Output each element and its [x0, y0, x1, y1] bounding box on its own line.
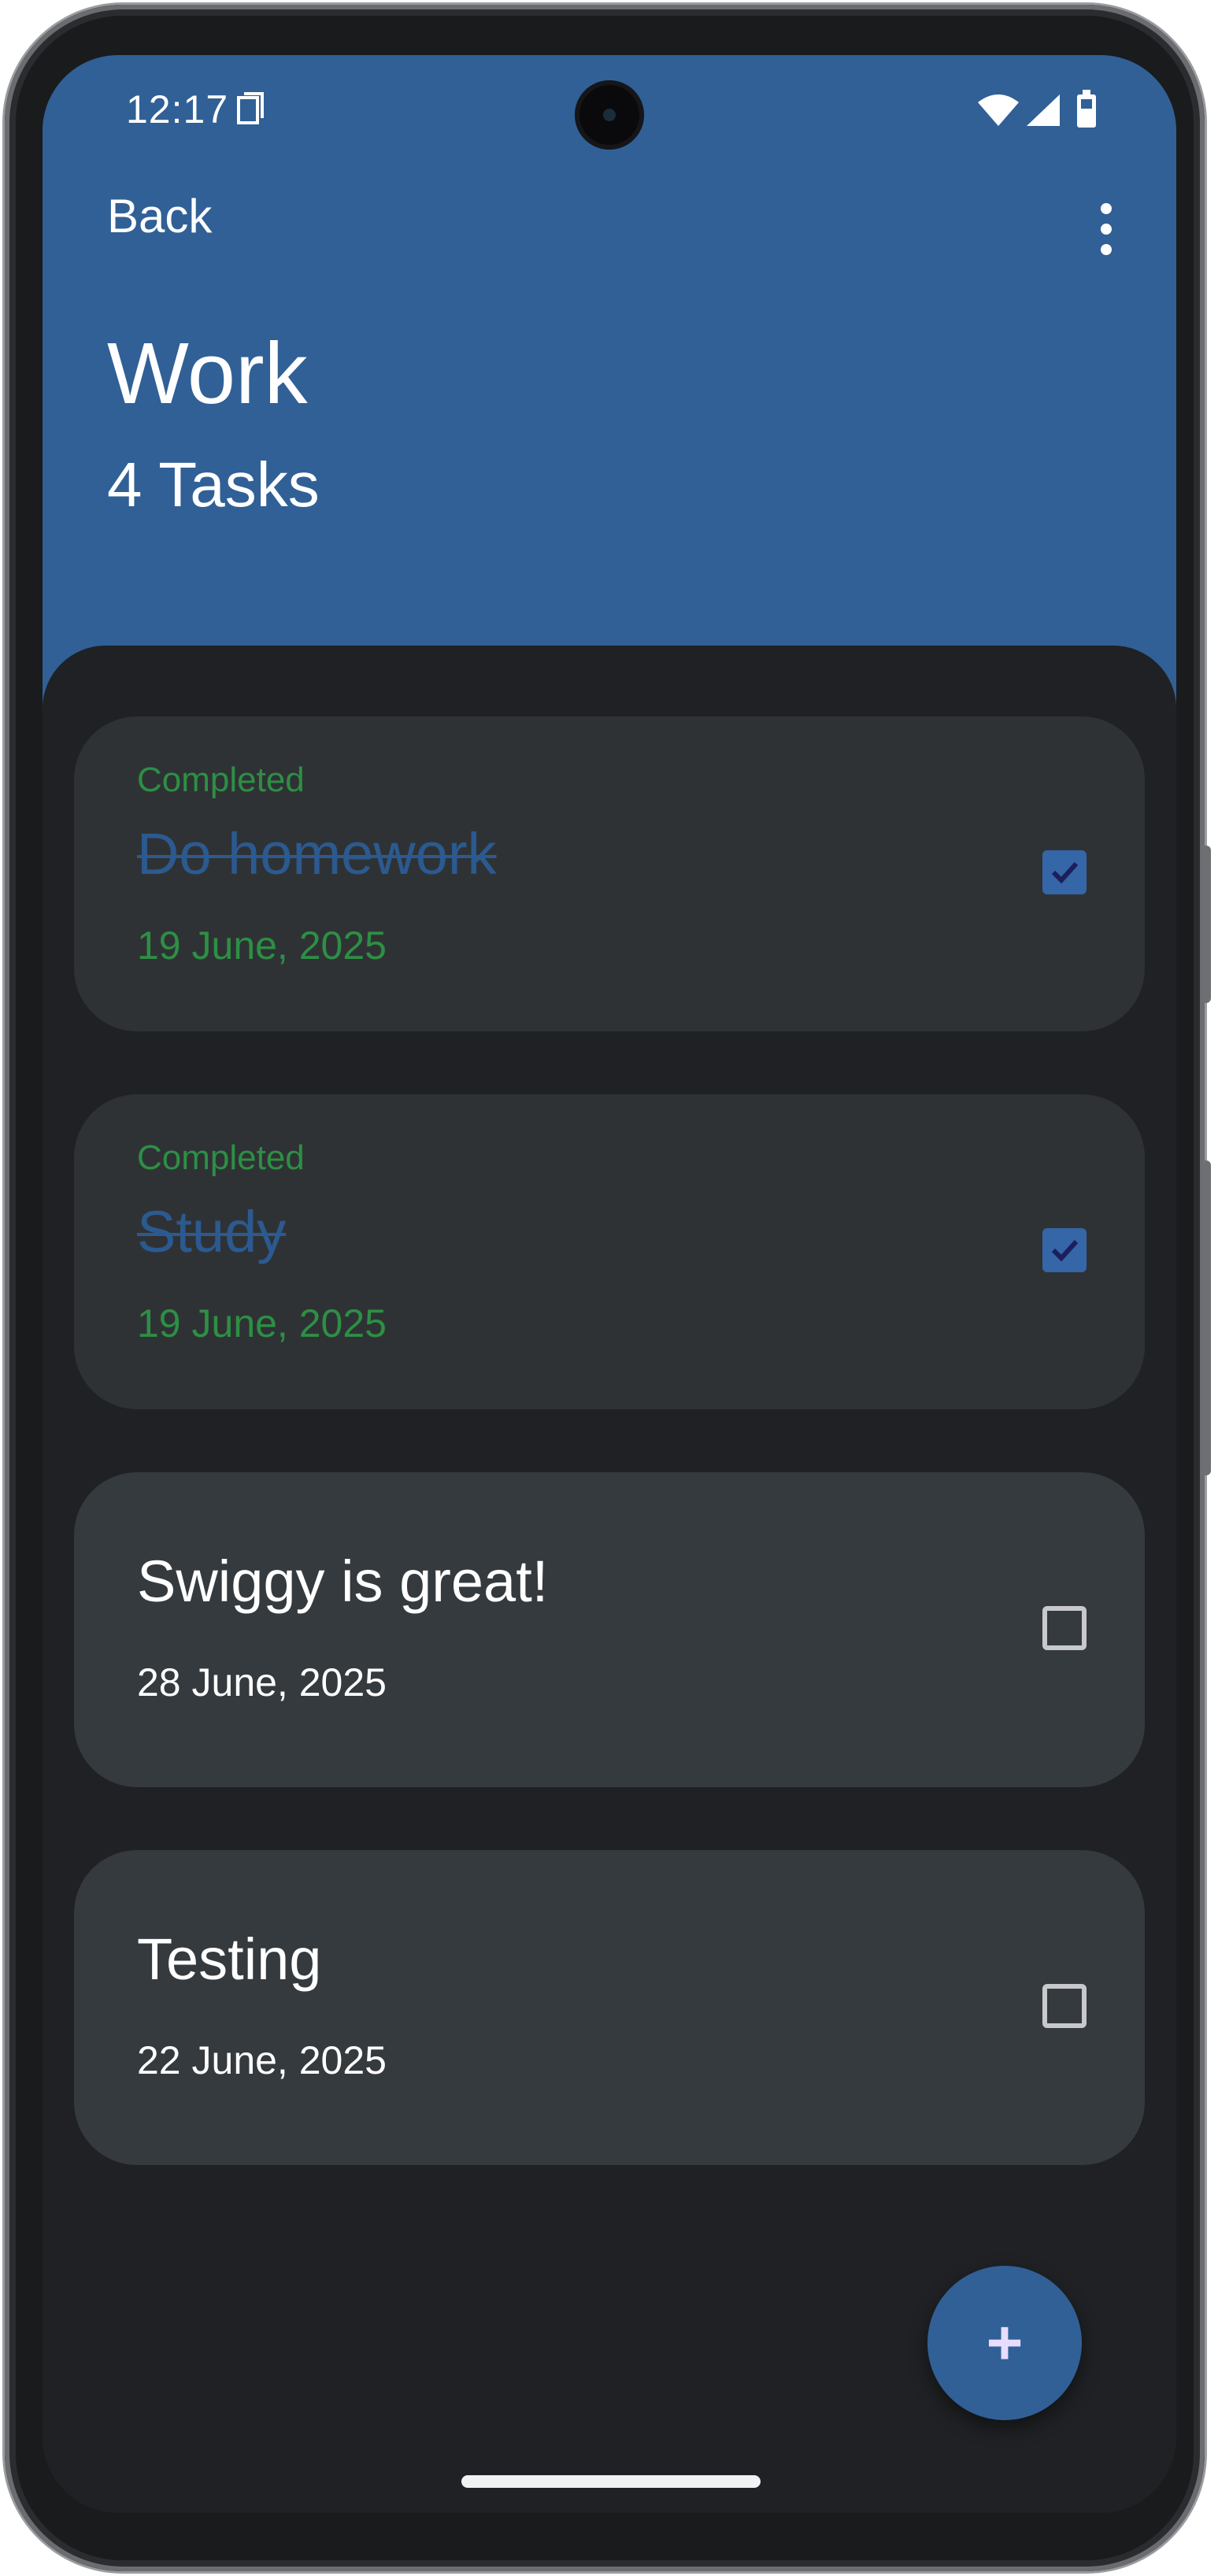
add-icon: +	[986, 2308, 1024, 2378]
dot	[1101, 224, 1112, 235]
task-card[interactable]: Testing 22 June, 2025	[74, 1850, 1145, 2165]
check-icon	[1051, 1239, 1079, 1262]
task-checkbox[interactable]	[1042, 1606, 1087, 1650]
front-camera	[575, 80, 644, 150]
task-date: 19 June, 2025	[137, 1301, 387, 1345]
task-status: Completed	[137, 761, 305, 799]
task-count: 4 Tasks	[107, 450, 320, 520]
status-bar: 12:17	[43, 55, 1176, 173]
volume-button	[1201, 1160, 1211, 1475]
task-card[interactable]: Completed Study 19 June, 2025	[74, 1094, 1145, 1409]
back-button[interactable]: Back	[107, 189, 212, 243]
power-button	[1201, 846, 1211, 1003]
add-task-button[interactable]: +	[927, 2266, 1082, 2420]
page-title: Work	[107, 325, 308, 422]
task-list: Completed Do homework 19 June, 2025 Comp…	[43, 646, 1176, 2513]
task-title: Do homework	[137, 821, 497, 886]
task-date: 28 June, 2025	[137, 1660, 387, 1704]
task-checkbox[interactable]	[1042, 850, 1087, 894]
wifi-icon	[978, 94, 1019, 126]
task-title: Study	[137, 1199, 287, 1264]
battery-icon	[1077, 90, 1096, 128]
screen: 12:17 Back Work 4 Tasks Completed Do hom…	[43, 55, 1176, 2513]
check-icon	[1051, 861, 1079, 884]
home-indicator[interactable]	[461, 2475, 761, 2488]
status-time: 12:17	[126, 87, 229, 131]
task-card[interactable]: Completed Do homework 19 June, 2025	[74, 716, 1145, 1031]
dot	[1101, 244, 1112, 255]
more-vert-icon[interactable]	[1066, 189, 1145, 268]
signal-icon	[1027, 94, 1060, 126]
task-title: Swiggy is great!	[137, 1549, 549, 1614]
phone-frame: 12:17 Back Work 4 Tasks Completed Do hom…	[5, 5, 1211, 2571]
dot	[1101, 203, 1112, 214]
screen-record-icon	[237, 92, 264, 124]
task-checkbox[interactable]	[1042, 1984, 1087, 2028]
task-card[interactable]: Swiggy is great! 28 June, 2025	[74, 1472, 1145, 1787]
task-date: 19 June, 2025	[137, 923, 387, 968]
task-date: 22 June, 2025	[137, 2038, 387, 2082]
task-status: Completed	[137, 1138, 305, 1177]
task-checkbox[interactable]	[1042, 1228, 1087, 1272]
task-title: Testing	[137, 1926, 322, 1992]
